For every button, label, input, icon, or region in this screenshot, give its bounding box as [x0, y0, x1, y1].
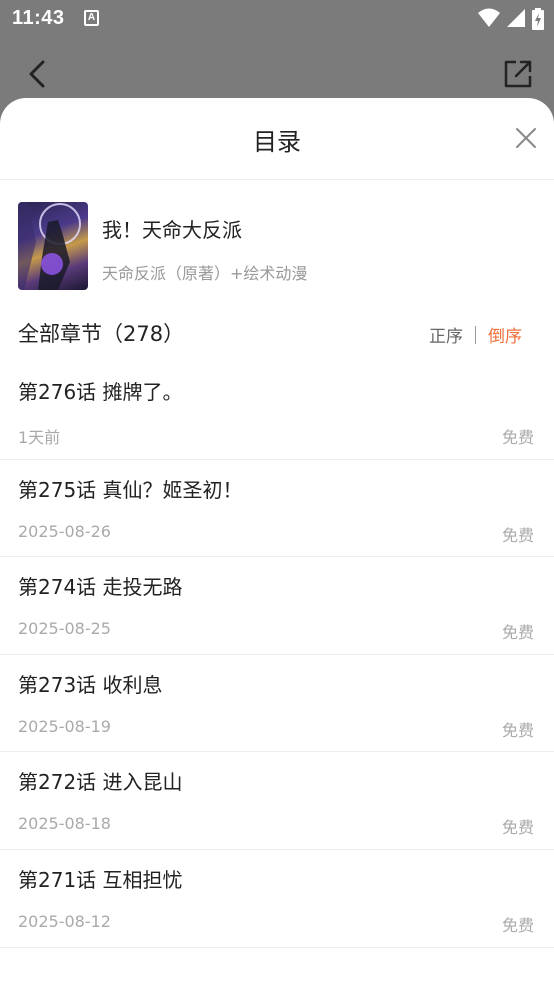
- signal-icon: [507, 9, 525, 27]
- share-icon: [504, 60, 532, 88]
- chapter-item[interactable]: 第273话 收利息 2025-08-19 免费: [0, 655, 554, 753]
- chapter-date: 2025-08-25: [18, 619, 111, 639]
- chapter-list: 第276话 摊牌了。 1天前 免费 第275话 真仙？姬圣初！ 2025-08-…: [0, 362, 554, 948]
- chapter-date: 2025-08-18: [18, 814, 111, 834]
- chapters-header: 全部章节（278） 正序 倒序: [0, 300, 554, 362]
- chapter-title: 第275话 真仙？姬圣初！: [18, 477, 243, 502]
- sheet-title: 目录: [253, 128, 301, 156]
- status-icons: [478, 8, 544, 30]
- sheet-header: 目录: [0, 98, 554, 180]
- battery-charging-icon: [532, 8, 544, 30]
- chapter-price: 免费: [501, 915, 534, 935]
- chapter-date: 1天前: [18, 428, 61, 447]
- chapter-item[interactable]: 第271话 互相担忧 2025-08-12 免费: [0, 850, 554, 948]
- chapter-price: 免费: [501, 720, 534, 740]
- chapter-item[interactable]: 第272话 进入昆山 2025-08-18 免费: [0, 752, 554, 850]
- sort-ascending-button[interactable]: 正序: [429, 322, 463, 347]
- chapter-price: 免费: [501, 428, 534, 447]
- chapter-item[interactable]: 第274话 走投无路 2025-08-25 免费: [0, 557, 554, 655]
- book-author: 天命反派（原著）+绘术动漫: [102, 264, 308, 283]
- chapter-item[interactable]: 第276话 摊牌了。 1天前 免费: [0, 362, 554, 460]
- share-button[interactable]: [502, 58, 534, 90]
- chapter-item[interactable]: 第275话 真仙？姬圣初！ 2025-08-26 免费: [0, 460, 554, 558]
- chapter-price: 免费: [501, 525, 534, 545]
- wifi-icon: [478, 8, 500, 27]
- chapter-title: 第273话 收利息: [18, 672, 163, 697]
- book-title: 我！天命大反派: [102, 218, 242, 242]
- chapter-price: 免费: [501, 623, 534, 643]
- chapter-title: 第272话 进入昆山: [18, 770, 183, 795]
- sort-divider: [475, 325, 476, 344]
- chapter-price: 免费: [501, 818, 534, 838]
- chapter-date: 2025-08-19: [18, 716, 111, 736]
- close-icon: [516, 128, 536, 148]
- close-button[interactable]: [514, 126, 538, 150]
- chapter-title: 第271话 互相担忧: [18, 867, 183, 892]
- chapters-count: 全部章节（278）: [18, 322, 185, 346]
- notification-icon: A: [84, 10, 99, 26]
- chapter-date: 2025-08-12: [18, 911, 111, 931]
- sort-toggle: 正序 倒序: [429, 322, 522, 347]
- status-bar: 11:43 A: [0, 0, 554, 38]
- chapter-title: 第274话 走投无路: [18, 575, 183, 600]
- sort-descending-button[interactable]: 倒序: [488, 322, 522, 347]
- chapter-title: 第276话 摊牌了。: [18, 380, 183, 404]
- book-cover: [18, 202, 88, 290]
- book-info[interactable]: 我！天命大反派 天命反派（原著）+绘术动漫: [0, 180, 554, 300]
- back-arrow-icon: [29, 60, 45, 88]
- catalog-sheet: 目录 我！天命大反派 天命反派（原著）+绘术动漫 全部章节（278） 正序 倒序: [0, 98, 554, 984]
- status-time: 11:43: [12, 7, 65, 29]
- back-button[interactable]: [22, 58, 54, 90]
- chapter-date: 2025-08-26: [18, 521, 111, 541]
